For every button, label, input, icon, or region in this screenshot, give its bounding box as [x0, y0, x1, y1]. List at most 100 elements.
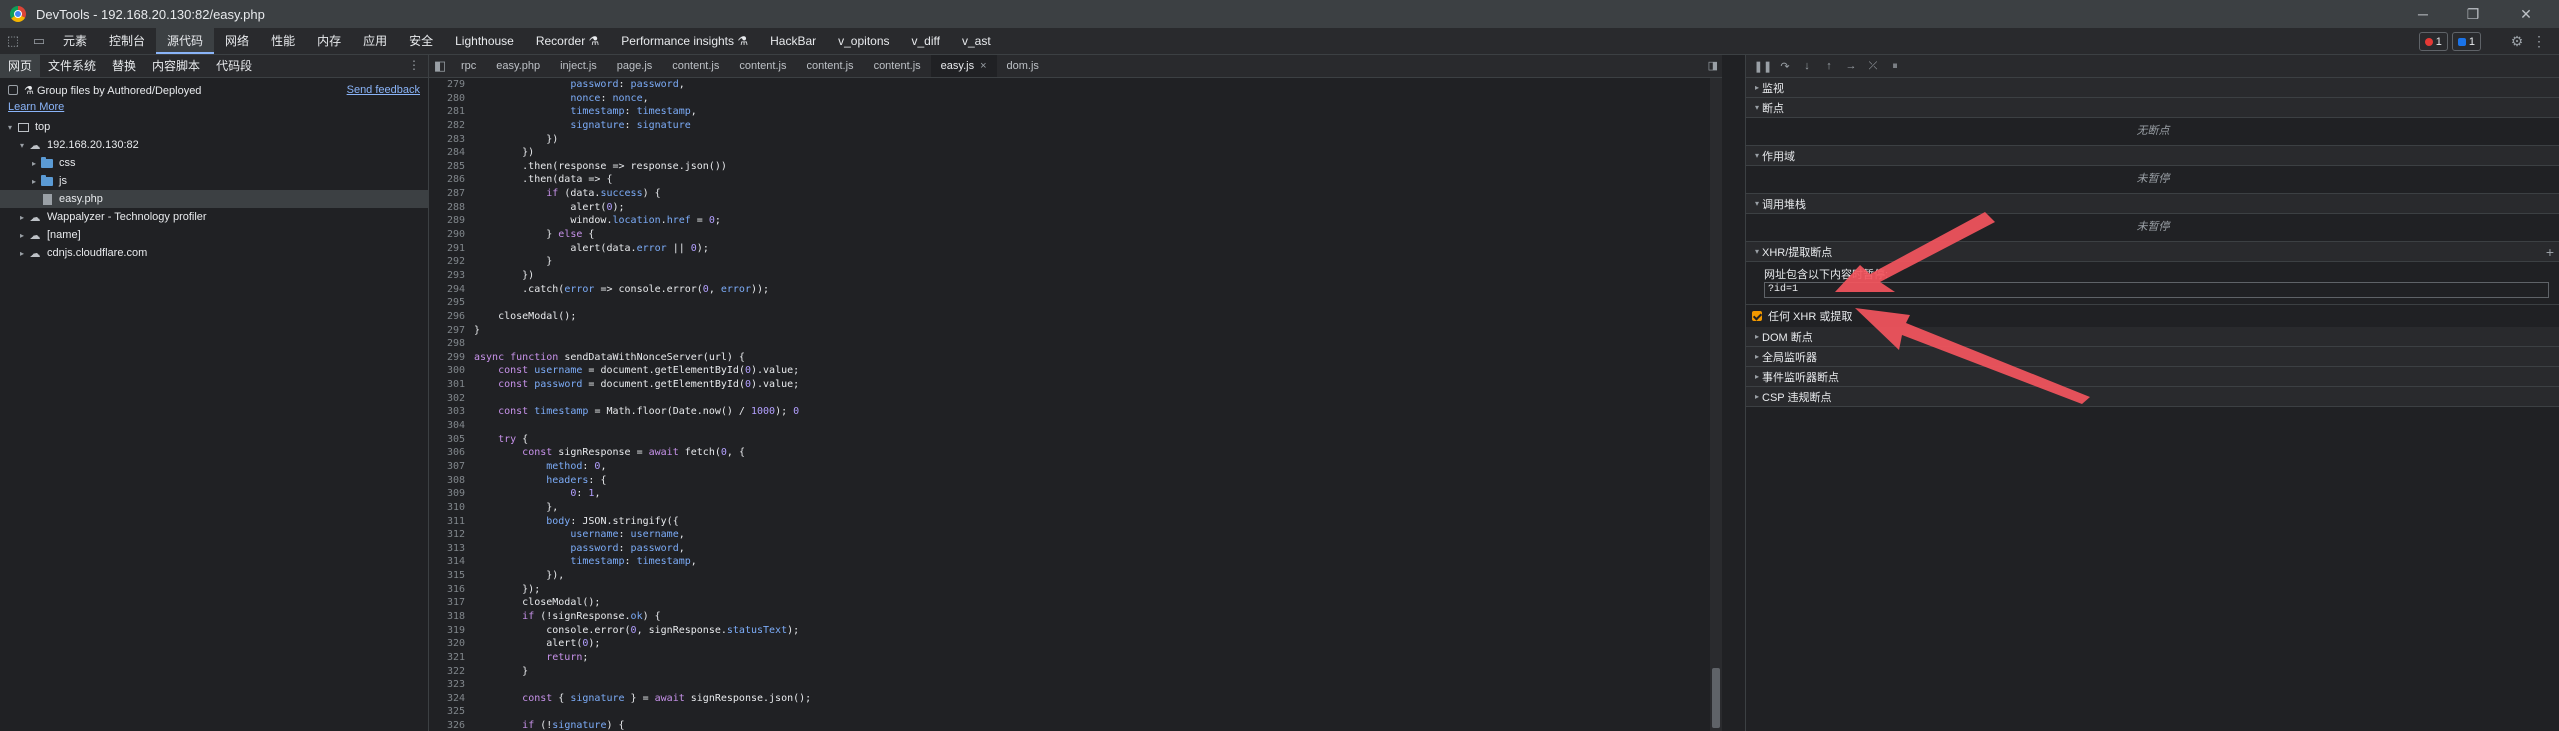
editor-tab[interactable]: inject.js	[550, 55, 607, 77]
line-number[interactable]: 285	[429, 160, 474, 174]
line-number[interactable]: 281	[429, 105, 474, 119]
navigator-more-icon[interactable]: ⋮	[408, 58, 420, 72]
line-number[interactable]: 300	[429, 364, 474, 378]
line-number[interactable]: 299	[429, 351, 474, 365]
editor-scrollbar[interactable]	[1710, 78, 1722, 731]
error-count-badge[interactable]: 1	[2418, 32, 2448, 51]
code-line[interactable]: 310 },	[429, 501, 1719, 515]
code-line[interactable]: 285 .then(response => response.json())	[429, 160, 1719, 174]
code-line[interactable]: 302	[429, 392, 1719, 406]
line-number[interactable]: 301	[429, 378, 474, 392]
panel-tab[interactable]: v_diff	[901, 28, 951, 54]
panel-tab[interactable]: 网络	[214, 28, 260, 54]
panel-tab[interactable]: HackBar	[759, 28, 827, 54]
csp-violation-breakpoints-section[interactable]: ▸ CSP 违规断点	[1746, 387, 2559, 407]
code-line[interactable]: 279 password: password,	[429, 78, 1719, 92]
navigator-tab[interactable]: 代码段	[208, 55, 260, 77]
line-number[interactable]: 294	[429, 283, 474, 297]
editor-tab[interactable]: content.js	[796, 55, 863, 77]
event-listener-breakpoints-section[interactable]: ▸ 事件监听器断点	[1746, 367, 2559, 387]
more-options-icon[interactable]: ⋮	[2528, 28, 2550, 54]
editor-tab[interactable]: dom.js	[997, 55, 1049, 77]
code-line[interactable]: 286 .then(data => {	[429, 173, 1719, 187]
code-line[interactable]: 311 body: JSON.stringify({	[429, 515, 1719, 529]
navigator-tab[interactable]: 文件系统	[40, 55, 104, 77]
dom-breakpoints-section[interactable]: ▸ DOM 断点	[1746, 327, 2559, 347]
line-number[interactable]: 312	[429, 528, 474, 542]
code-line[interactable]: 294 .catch(error => console.error(0, err…	[429, 283, 1719, 297]
expanded-arrow-icon[interactable]: ▾	[16, 141, 28, 150]
line-number[interactable]: 303	[429, 405, 474, 419]
line-number[interactable]: 313	[429, 542, 474, 556]
code-line[interactable]: 326 if (!signature) {	[429, 719, 1719, 731]
collapsed-arrow-icon[interactable]: ▸	[28, 177, 40, 186]
panel-tab[interactable]: 源代码	[156, 28, 215, 54]
line-number[interactable]: 318	[429, 610, 474, 624]
line-number[interactable]: 282	[429, 119, 474, 133]
line-number[interactable]: 305	[429, 433, 474, 447]
panel-tab[interactable]: Recorder ⚗	[525, 28, 610, 54]
line-number[interactable]: 290	[429, 228, 474, 242]
code-line[interactable]: 301 const password = document.getElement…	[429, 378, 1719, 392]
watch-section[interactable]: ▸ 监视	[1746, 78, 2559, 98]
code-line[interactable]: 304	[429, 419, 1719, 433]
line-number[interactable]: 283	[429, 133, 474, 147]
deactivate-breakpoints-icon[interactable]: ⤫	[1862, 60, 1884, 73]
code-line[interactable]: 305 try {	[429, 433, 1719, 447]
editor-tab[interactable]: content.js	[662, 55, 729, 77]
code-line[interactable]: 318 if (!signResponse.ok) {	[429, 610, 1719, 624]
tree-item[interactable]: ▸ js	[0, 172, 428, 190]
close-button[interactable]: ✕	[2503, 0, 2549, 28]
tree-item[interactable]: ▸ css	[0, 154, 428, 172]
line-number[interactable]: 306	[429, 446, 474, 460]
toggle-navigator-icon[interactable]: ◧	[429, 55, 451, 77]
editor-tab[interactable]: easy.js ×	[930, 55, 997, 77]
code-line[interactable]: 296 closeModal();	[429, 310, 1719, 324]
panel-tab[interactable]: 内存	[306, 28, 352, 54]
toggle-debugger-icon[interactable]: ◨	[1708, 59, 1718, 72]
tree-item[interactable]: easy.php	[0, 190, 428, 208]
editor-tab[interactable]: page.js	[607, 55, 662, 77]
code-line[interactable]: 299 async function sendDataWithNonceServe…	[429, 351, 1719, 365]
editor-tab[interactable]: content.js	[729, 55, 796, 77]
tree-item[interactable]: ▸ ☁ cdnjs.cloudflare.com	[0, 244, 428, 262]
editor-tab[interactable]: rpc	[451, 55, 486, 77]
code-line[interactable]: 325	[429, 705, 1719, 719]
line-number[interactable]: 310	[429, 501, 474, 515]
code-line[interactable]: 295	[429, 296, 1719, 310]
group-files-checkbox[interactable]	[8, 85, 18, 95]
code-line[interactable]: 281 timestamp: timestamp,	[429, 105, 1719, 119]
step-into-icon[interactable]: ↓	[1796, 60, 1818, 72]
add-xhr-breakpoint-icon[interactable]: +	[2546, 244, 2554, 260]
panel-tab[interactable]: 应用	[352, 28, 398, 54]
line-number[interactable]: 315	[429, 569, 474, 583]
scrollbar-thumb[interactable]	[1712, 668, 1720, 728]
code-line[interactable]: 298	[429, 337, 1719, 351]
step-icon[interactable]: →	[1840, 60, 1862, 72]
code-line[interactable]: 292 }	[429, 255, 1719, 269]
code-line[interactable]: 306 const signResponse = await fetch(0, …	[429, 446, 1719, 460]
send-feedback-link[interactable]: Send feedback	[347, 84, 420, 96]
xhr-url-input[interactable]: ?id=1	[1764, 282, 2549, 298]
code-line[interactable]: 280 nonce: nonce,	[429, 92, 1719, 106]
line-number[interactable]: 279	[429, 78, 474, 92]
code-line[interactable]: 308 headers: {	[429, 474, 1719, 488]
collapsed-arrow-icon[interactable]: ▸	[16, 249, 28, 258]
line-number[interactable]: 298	[429, 337, 474, 351]
panel-tab[interactable]: 控制台	[98, 28, 156, 54]
panel-tab[interactable]: Lighthouse	[444, 28, 525, 54]
any-xhr-checkbox[interactable]	[1752, 311, 1762, 321]
line-number[interactable]: 289	[429, 214, 474, 228]
editor-tab[interactable]: easy.php	[486, 55, 550, 77]
line-number[interactable]: 326	[429, 719, 474, 731]
breakpoints-section[interactable]: ▾ 断点	[1746, 98, 2559, 118]
code-line[interactable]: 283 })	[429, 133, 1719, 147]
line-number[interactable]: 302	[429, 392, 474, 406]
code-line[interactable]: 297}	[429, 324, 1719, 338]
code-line[interactable]: 313 password: password,	[429, 542, 1719, 556]
editor-tab[interactable]: content.js	[864, 55, 931, 77]
line-number[interactable]: 293	[429, 269, 474, 283]
line-number[interactable]: 304	[429, 419, 474, 433]
line-number[interactable]: 292	[429, 255, 474, 269]
inspect-element-icon[interactable]: ⬚	[0, 28, 26, 54]
